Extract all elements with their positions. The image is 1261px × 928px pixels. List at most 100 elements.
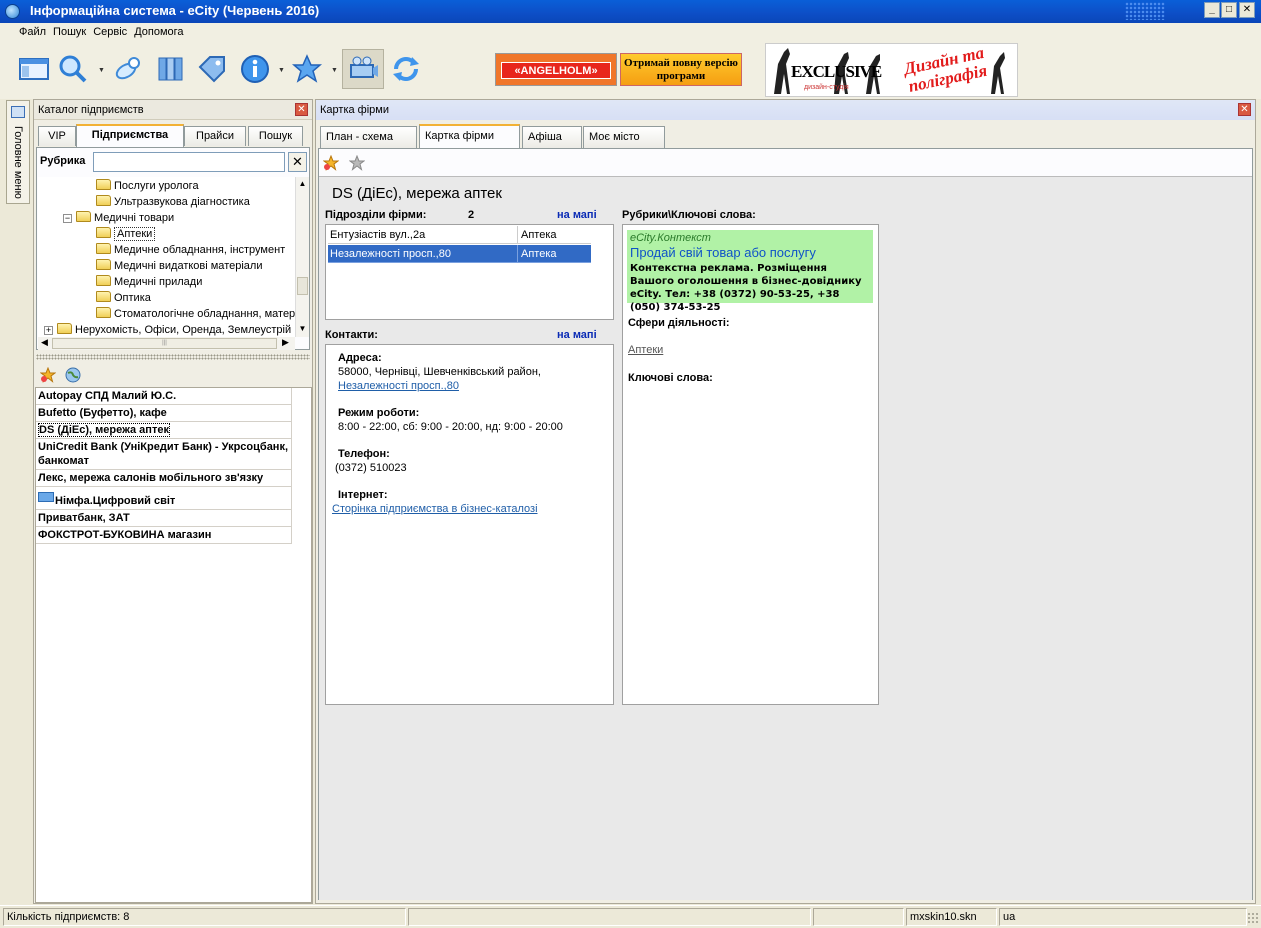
main-menu-side-tab[interactable]: Головне меню <box>6 100 30 204</box>
contacts-label: Контакти: <box>325 329 378 341</box>
firm-list-item[interactable]: Приватбанк, ЗАТ <box>36 510 292 527</box>
pills-icon[interactable] <box>112 53 144 85</box>
collapse-icon[interactable]: − <box>63 214 72 223</box>
menu-bar: Файл Пошук Сервіс Допомога <box>0 23 1261 43</box>
title-decoration <box>1125 2 1165 20</box>
scroll-left-icon[interactable]: ◀ <box>41 337 48 348</box>
expand-icon[interactable]: + <box>44 326 53 335</box>
content-close-icon[interactable]: ✕ <box>1238 103 1251 116</box>
firm-list-item[interactable]: Bufetto (Буфетто), кафе <box>36 405 292 422</box>
menu-service[interactable]: Сервіс <box>89 23 130 38</box>
tab-poster[interactable]: Афіша <box>522 126 582 148</box>
tree-item[interactable]: Медичне обладнання, інструмент <box>96 242 285 258</box>
minimize-button[interactable]: _ <box>1204 2 1220 18</box>
status-language: ua <box>999 908 1247 926</box>
keywords-label: Ключові слова: <box>628 372 713 384</box>
tab-enterprises[interactable]: Підприємства <box>76 124 184 147</box>
tab-firm-card[interactable]: Картка фірми <box>419 124 520 149</box>
tree-item[interactable]: Послуги уролога <box>96 178 199 194</box>
favorite-add-icon[interactable] <box>323 155 339 171</box>
folder-icon <box>96 259 111 270</box>
globe-icon[interactable] <box>65 367 81 383</box>
resize-grip[interactable] <box>1247 912 1259 924</box>
context-ad[interactable]: eCity.Контекст Продай свій товар або пос… <box>627 230 873 313</box>
address-link[interactable]: Незалежності просп.,80 <box>338 380 459 392</box>
internet-label: Інтернет: <box>338 489 388 501</box>
menu-file[interactable]: Файл <box>15 23 49 38</box>
menu-help[interactable]: Допомога <box>130 23 186 38</box>
firm-card: DS (ДіЕс), мережа аптек Підрозділи фірми… <box>319 176 1252 900</box>
tree-item[interactable]: Ультразвукова діагностика <box>96 194 250 210</box>
main-menu-icon <box>11 106 25 118</box>
tag-icon[interactable] <box>196 53 228 85</box>
search-icon[interactable] <box>57 53 89 85</box>
scroll-up-icon[interactable]: ▲ <box>296 177 309 191</box>
menu-search[interactable]: Пошук <box>49 23 89 38</box>
favorite-add-icon[interactable] <box>40 367 56 383</box>
film-projector-icon[interactable] <box>342 49 384 89</box>
star-dropdown-icon[interactable]: ▼ <box>331 67 338 74</box>
scroll-right-icon[interactable]: ▶ <box>282 337 289 348</box>
tab-my-city[interactable]: Моє місто <box>583 126 665 148</box>
contacts-map-link[interactable]: на мапі <box>557 329 597 341</box>
info-dropdown-icon[interactable]: ▼ <box>278 67 285 74</box>
subdivisions-label: Підрозділи фірми: <box>325 209 427 221</box>
tab-plan-scheme[interactable]: План - схема <box>320 126 417 148</box>
angelholm-text: «ANGELHOLM» <box>501 62 611 79</box>
search-dropdown-icon[interactable]: ▼ <box>98 67 105 74</box>
firm-name: DS (ДіЕс), мережа аптек <box>332 185 502 202</box>
subdivisions-map-link[interactable]: на мапі <box>557 209 597 221</box>
star-icon[interactable] <box>291 53 323 85</box>
tab-prices[interactable]: Прайси <box>184 126 246 146</box>
tree-item[interactable]: Медичні видаткові матеріали <box>96 258 262 274</box>
main-view-icon[interactable] <box>18 53 50 85</box>
tree-item[interactable]: Медичні прилади <box>96 274 202 290</box>
folder-icon <box>96 195 111 206</box>
books-icon[interactable] <box>155 53 187 85</box>
window-title: Інформаційна система - eCity (Червень 20… <box>30 3 320 18</box>
firm-list-item[interactable]: ФОКСТРОТ-БУКОВИНА магазин <box>36 527 292 544</box>
rubrika-clear-icon[interactable]: ✕ <box>288 152 307 172</box>
scroll-thumb[interactable] <box>297 277 308 295</box>
table-row-selected[interactable]: Незалежності просп.,80 Аптека <box>328 245 591 263</box>
close-button[interactable]: ✕ <box>1239 2 1255 18</box>
full-version-banner[interactable]: Отримай повну версію програми <box>620 53 742 86</box>
firm-list-item[interactable]: UniCredit Bank (УніКредит Банк) - Укрсоц… <box>36 439 292 470</box>
rubrics-label: Рубрики\Ключові слова: <box>622 209 756 221</box>
scroll-thumb[interactable]: ||| <box>52 338 277 349</box>
spheres-link[interactable]: Аптеки <box>628 344 663 356</box>
tree-item[interactable]: Стоматологічне обладнання, матер <box>96 306 295 322</box>
scroll-down-icon[interactable]: ▼ <box>296 322 309 336</box>
tree-item[interactable]: − Медичні товари <box>63 210 174 226</box>
tab-vip[interactable]: VIP <box>38 126 76 146</box>
tree-vertical-scrollbar[interactable]: ▲ ▼ <box>295 177 309 337</box>
firm-list-item[interactable]: Autopay СПД Малий Ю.С. <box>36 388 292 405</box>
firm-list-item[interactable]: Лекс, мережа салонів мобільного зв'язку <box>36 470 292 487</box>
status-bar: Кількість підприємств: 8 mxskin10.skn ua <box>0 905 1261 928</box>
tree-item[interactable]: Оптика <box>96 290 151 306</box>
favorite-remove-icon[interactable] <box>349 155 365 171</box>
tree-item[interactable]: + Нерухомість, Офіси, Оренда, Землеустрій <box>44 322 291 337</box>
tree-item-selected[interactable]: Аптеки <box>96 226 156 242</box>
tree-horizontal-scrollbar[interactable]: ◀ ||| ▶ <box>38 337 295 350</box>
title-bar: Інформаційна система - eCity (Червень 20… <box>0 0 1261 23</box>
maximize-button[interactable]: □ <box>1221 2 1237 18</box>
catalog-close-icon[interactable]: ✕ <box>295 103 308 116</box>
card-icon <box>38 492 54 502</box>
refresh-icon[interactable] <box>390 53 422 85</box>
business-catalog-link[interactable]: Сторінка підприємства в бізнес-каталозі <box>332 503 538 515</box>
firm-list-item-selected[interactable]: DS (ДіЕс), мережа аптек <box>36 422 292 439</box>
info-icon[interactable] <box>239 53 271 85</box>
tab-search[interactable]: Пошук <box>248 126 303 146</box>
catalog-title: Каталог підприємств <box>38 104 144 116</box>
firm-list-item[interactable]: Німфа.Цифровий світ <box>36 487 292 510</box>
exclusive-design-banner[interactable]: EXCLUSIVE дизайн-студія Дизайн та полігр… <box>765 43 1018 97</box>
angelholm-banner[interactable]: «ANGELHOLM» <box>495 53 617 86</box>
hours-label: Режим роботи: <box>338 407 420 419</box>
firm-card-body: DS (ДіЕс), мережа аптек Підрозділи фірми… <box>318 148 1253 900</box>
rubrika-input[interactable] <box>93 152 285 172</box>
ad-headline: Продай свій товар або послугу <box>630 245 816 260</box>
firm-card-panel: Картка фірми ✕ План - схема Картка фірми… <box>315 99 1256 904</box>
table-row[interactable]: Ентузіастів вул.,2а Аптека <box>328 226 591 244</box>
panel-splitter[interactable] <box>36 354 310 360</box>
